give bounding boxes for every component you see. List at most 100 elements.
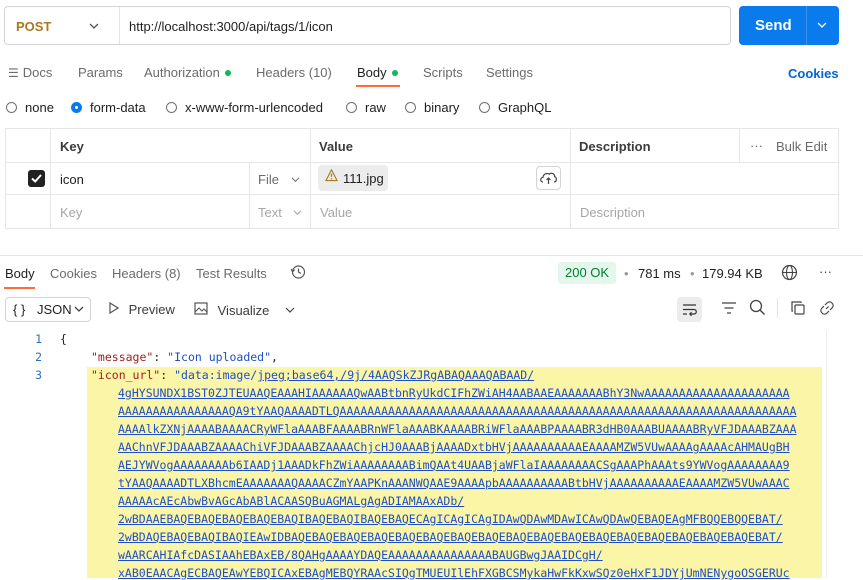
visualize-button[interactable]: Visualize: [194, 302, 295, 318]
base64-line[interactable]: AEJYWVogAAAAAAAAb6IAADj1AAADkFhZWiAAAAAA…: [118, 458, 790, 472]
radio-urlencoded[interactable]: x-www-form-urlencoded: [166, 100, 323, 115]
response-size[interactable]: 179.94 KB: [702, 266, 763, 281]
row-key[interactable]: icon: [60, 172, 84, 187]
tab-authorization[interactable]: Authorization: [144, 65, 231, 80]
base64-line[interactable]: wAARCAHIAfcDASIAAhEBAxEB/8QAHgAAAAYDAQEA…: [118, 548, 603, 562]
json-key: "message": [91, 350, 154, 364]
key-placeholder[interactable]: Key: [60, 205, 82, 220]
json-line-icon-url: "icon_url": "data:image/jpeg;base64,/9j/…: [91, 368, 535, 382]
row-checkbox[interactable]: [28, 170, 45, 187]
warning-icon: [325, 168, 338, 185]
radio-graphql-label: GraphQL: [498, 100, 552, 115]
copy-icon[interactable]: [790, 300, 806, 319]
radio-raw[interactable]: raw: [346, 100, 386, 115]
table-border: [739, 128, 740, 162]
radio-form-data[interactable]: form-data: [71, 100, 146, 115]
response-time[interactable]: 781 ms: [638, 266, 681, 281]
chevron-down-icon: [291, 172, 300, 187]
bulk-edit-link[interactable]: Bulk Edit: [776, 139, 827, 154]
base64-line[interactable]: AAAAAAAAAAAAAAAAQA9tYAAQAAAADTLQAAAAAAAA…: [118, 404, 797, 418]
table-border-top: [5, 128, 839, 129]
tab-headers[interactable]: Headers (10): [256, 65, 332, 80]
radio-raw-label: raw: [365, 100, 386, 115]
cookies-link[interactable]: Cookies: [788, 66, 839, 81]
braces-icon: { }: [13, 302, 26, 317]
scrollbar-area[interactable]: [827, 330, 863, 578]
chevron-down-icon: [293, 205, 302, 220]
response-tab-cookies[interactable]: Cookies: [50, 266, 97, 281]
radio-circle-icon: [405, 102, 416, 114]
file-chip[interactable]: 111.jpg: [318, 165, 388, 191]
table-border: [5, 194, 839, 195]
table-border: [838, 128, 839, 228]
radio-none[interactable]: none: [6, 100, 54, 115]
check-icon: [31, 174, 42, 183]
tab-settings[interactable]: Settings: [486, 65, 533, 80]
chevron-down-icon[interactable]: [89, 17, 99, 38]
json-value-link[interactable]: jpeg;base64,/9j/4AAQSkZJRgABAQAAAQABAAD/: [257, 368, 534, 382]
base64-line[interactable]: 2wBDAAEBAQEBAQEBAQEBAQEBAQIBAQEBAQIBAQEB…: [118, 512, 783, 526]
scrollbar-track[interactable]: [826, 330, 827, 578]
response-tab-test-results[interactable]: Test Results: [196, 266, 267, 281]
base64-line[interactable]: 4gHYSUNDX1BST0ZJTEUAAQEAAAHIAAAAAAQwAABt…: [118, 386, 790, 400]
base64-line[interactable]: AAAAlkZXNjAAAABAAAACRyWFlaAAABFAAAABRnWF…: [118, 422, 797, 436]
table-border: [50, 128, 51, 228]
chevron-down-icon[interactable]: [817, 16, 827, 37]
preview-button[interactable]: Preview: [108, 301, 175, 317]
line-number: 1: [35, 332, 42, 346]
response-tab-body[interactable]: Body: [5, 266, 35, 281]
active-dot-icon: [391, 69, 398, 76]
response-tab-headers[interactable]: Headers (8): [112, 266, 181, 281]
radio-circle-icon: [6, 102, 17, 114]
file-name: 111.jpg: [343, 171, 384, 186]
tab-params[interactable]: Params: [78, 65, 123, 80]
radio-circle-icon: [166, 102, 177, 114]
radio-binary[interactable]: binary: [405, 100, 459, 115]
format-select[interactable]: { } JSON: [5, 297, 91, 322]
json-value: "Icon uploaded": [167, 350, 272, 364]
chevron-down-icon: [285, 303, 295, 318]
active-tab-underline: [4, 287, 35, 289]
upload-cloud-button[interactable]: [536, 166, 561, 190]
more-icon[interactable]: ···: [819, 264, 832, 279]
image-icon: [194, 302, 208, 318]
value-placeholder[interactable]: Value: [320, 205, 352, 220]
tab-body-label: Body: [357, 65, 387, 80]
base64-line[interactable]: AAAAAcAEcAbwBvAGcAbABlACAASQBuAGMALgAgAD…: [118, 494, 464, 508]
globe-icon[interactable]: [781, 264, 798, 284]
history-icon[interactable]: [290, 264, 306, 283]
url-bar: POST http://localhost:3000/api/tags/1/ic…: [4, 6, 731, 45]
format-label: JSON: [37, 302, 72, 317]
more-icon[interactable]: ···: [750, 138, 763, 153]
radio-binary-label: binary: [424, 100, 460, 115]
type-placeholder-select[interactable]: Text: [258, 205, 302, 220]
description-placeholder[interactable]: Description: [580, 205, 645, 220]
radio-form-data-label: form-data: [90, 100, 146, 115]
tab-body[interactable]: Body: [357, 65, 398, 80]
send-divider: [806, 6, 807, 45]
json-key: "icon_url": [91, 368, 161, 382]
toolbar-divider: [777, 298, 778, 318]
line-number: 3: [35, 368, 42, 382]
radio-urlencoded-label: x-www-form-urlencoded: [185, 100, 323, 115]
tab-authorization-label: Authorization: [144, 65, 220, 80]
tab-docs[interactable]: ☰ Docs: [8, 65, 52, 80]
row-type-select[interactable]: File: [258, 172, 300, 187]
send-button[interactable]: Send: [739, 6, 839, 45]
base64-line[interactable]: tYAAQAAAADTLXBhcmEAAAAAAAQAAAACZmYAAPKnA…: [118, 476, 790, 490]
base64-line[interactable]: 2wBDAQEBAQEBAQIBAQIEAwIDBAQEBAQEBAQEBAQE…: [118, 530, 783, 544]
filter-icon[interactable]: [721, 300, 737, 319]
status-badge[interactable]: 200 OK: [558, 262, 616, 284]
link-icon[interactable]: [819, 300, 835, 319]
base64-line[interactable]: AAChnVFJDAAABZAAAAChiVFJDAAABZAAAAChjcHJ…: [118, 440, 790, 454]
column-header-key: Key: [60, 139, 84, 154]
tab-docs-label: Docs: [22, 65, 53, 80]
type-placeholder-label: Text: [258, 205, 282, 220]
search-icon[interactable]: [749, 299, 766, 319]
chevron-down-icon: [74, 302, 84, 319]
method-select[interactable]: POST: [16, 19, 51, 34]
tab-scripts[interactable]: Scripts: [423, 65, 463, 80]
wrap-lines-button[interactable]: [677, 297, 702, 322]
url-input[interactable]: http://localhost:3000/api/tags/1/icon: [129, 19, 333, 34]
radio-graphql[interactable]: GraphQL: [479, 100, 551, 115]
